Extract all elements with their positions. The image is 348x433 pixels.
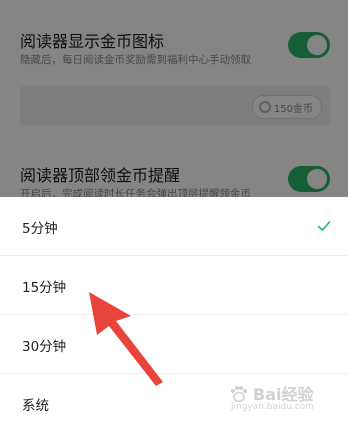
option-label: 30分钟 (22, 339, 67, 355)
option-label: 5分钟 (22, 221, 58, 237)
watermark-url: jingyan.baidu.com (231, 402, 315, 412)
option-label: 15分钟 (22, 280, 67, 296)
baidu-jingyan-watermark: Bai经验 jingyan.baidu.com (225, 381, 335, 415)
check-icon (317, 221, 331, 231)
option-5-minutes[interactable]: 5分钟 (0, 197, 348, 256)
option-30-minutes[interactable]: 30分钟 (0, 315, 348, 374)
option-15-minutes[interactable]: 15分钟 (0, 256, 348, 315)
baidu-paw-icon (231, 386, 247, 403)
option-label: 系统 (22, 398, 49, 414)
